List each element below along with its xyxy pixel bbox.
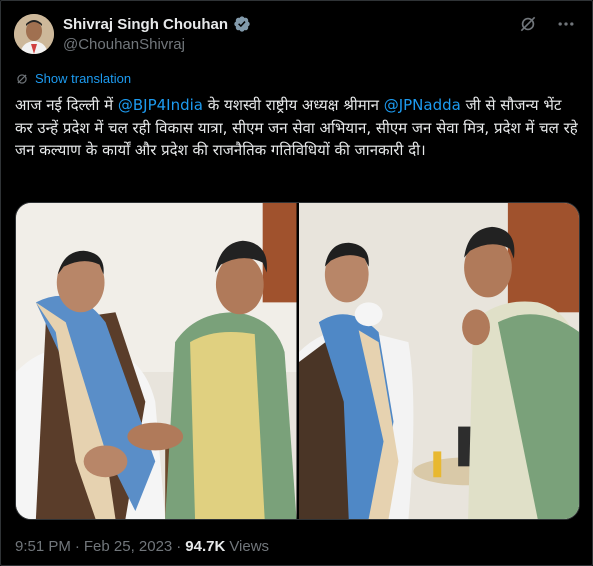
- tweet-text-part: के यशस्वी राष्ट्रीय अध्यक्ष श्रीमान: [203, 96, 384, 114]
- show-translation-link[interactable]: Show translation: [15, 71, 131, 86]
- tweet-meta: 9:51 PM · Feb 25, 2023 · 94.7K Views: [15, 538, 269, 555]
- separator: ·: [74, 538, 80, 555]
- verified-badge-icon: [234, 16, 250, 32]
- tweet-photo-2[interactable]: [298, 203, 579, 519]
- author-handle[interactable]: @ChouhanShivraj: [63, 36, 185, 53]
- avatar[interactable]: [14, 14, 54, 54]
- globe-translate-icon: [17, 73, 27, 84]
- views-label: Views: [229, 538, 270, 555]
- tweet-photo-1[interactable]: [16, 203, 297, 519]
- tweet-time[interactable]: 9:51 PM: [15, 538, 71, 555]
- separator: ·: [176, 538, 182, 555]
- tweet-text: आज नई दिल्ली में @BJP4India के यशस्वी रा…: [15, 94, 583, 162]
- author-display-name[interactable]: Shivraj Singh Chouhan: [63, 16, 228, 33]
- more-icon[interactable]: [556, 14, 576, 34]
- tweet-actions-top: [518, 14, 576, 34]
- show-translation-label[interactable]: Show translation: [35, 71, 131, 86]
- tweet-date[interactable]: Feb 25, 2023: [84, 538, 172, 555]
- media-grid: [15, 202, 580, 520]
- mention-link[interactable]: @BJP4India: [118, 96, 203, 114]
- tweet-text-part: आज नई दिल्ली में: [15, 96, 118, 114]
- author-name-row: Shivraj Singh Chouhan: [63, 15, 251, 33]
- views-count: 94.7K: [185, 538, 226, 555]
- tweet-card: Shivraj Singh Chouhan @ChouhanShivraj Sh…: [0, 0, 593, 566]
- grok-icon[interactable]: [518, 14, 538, 34]
- mention-link[interactable]: @JPNadda: [384, 96, 461, 114]
